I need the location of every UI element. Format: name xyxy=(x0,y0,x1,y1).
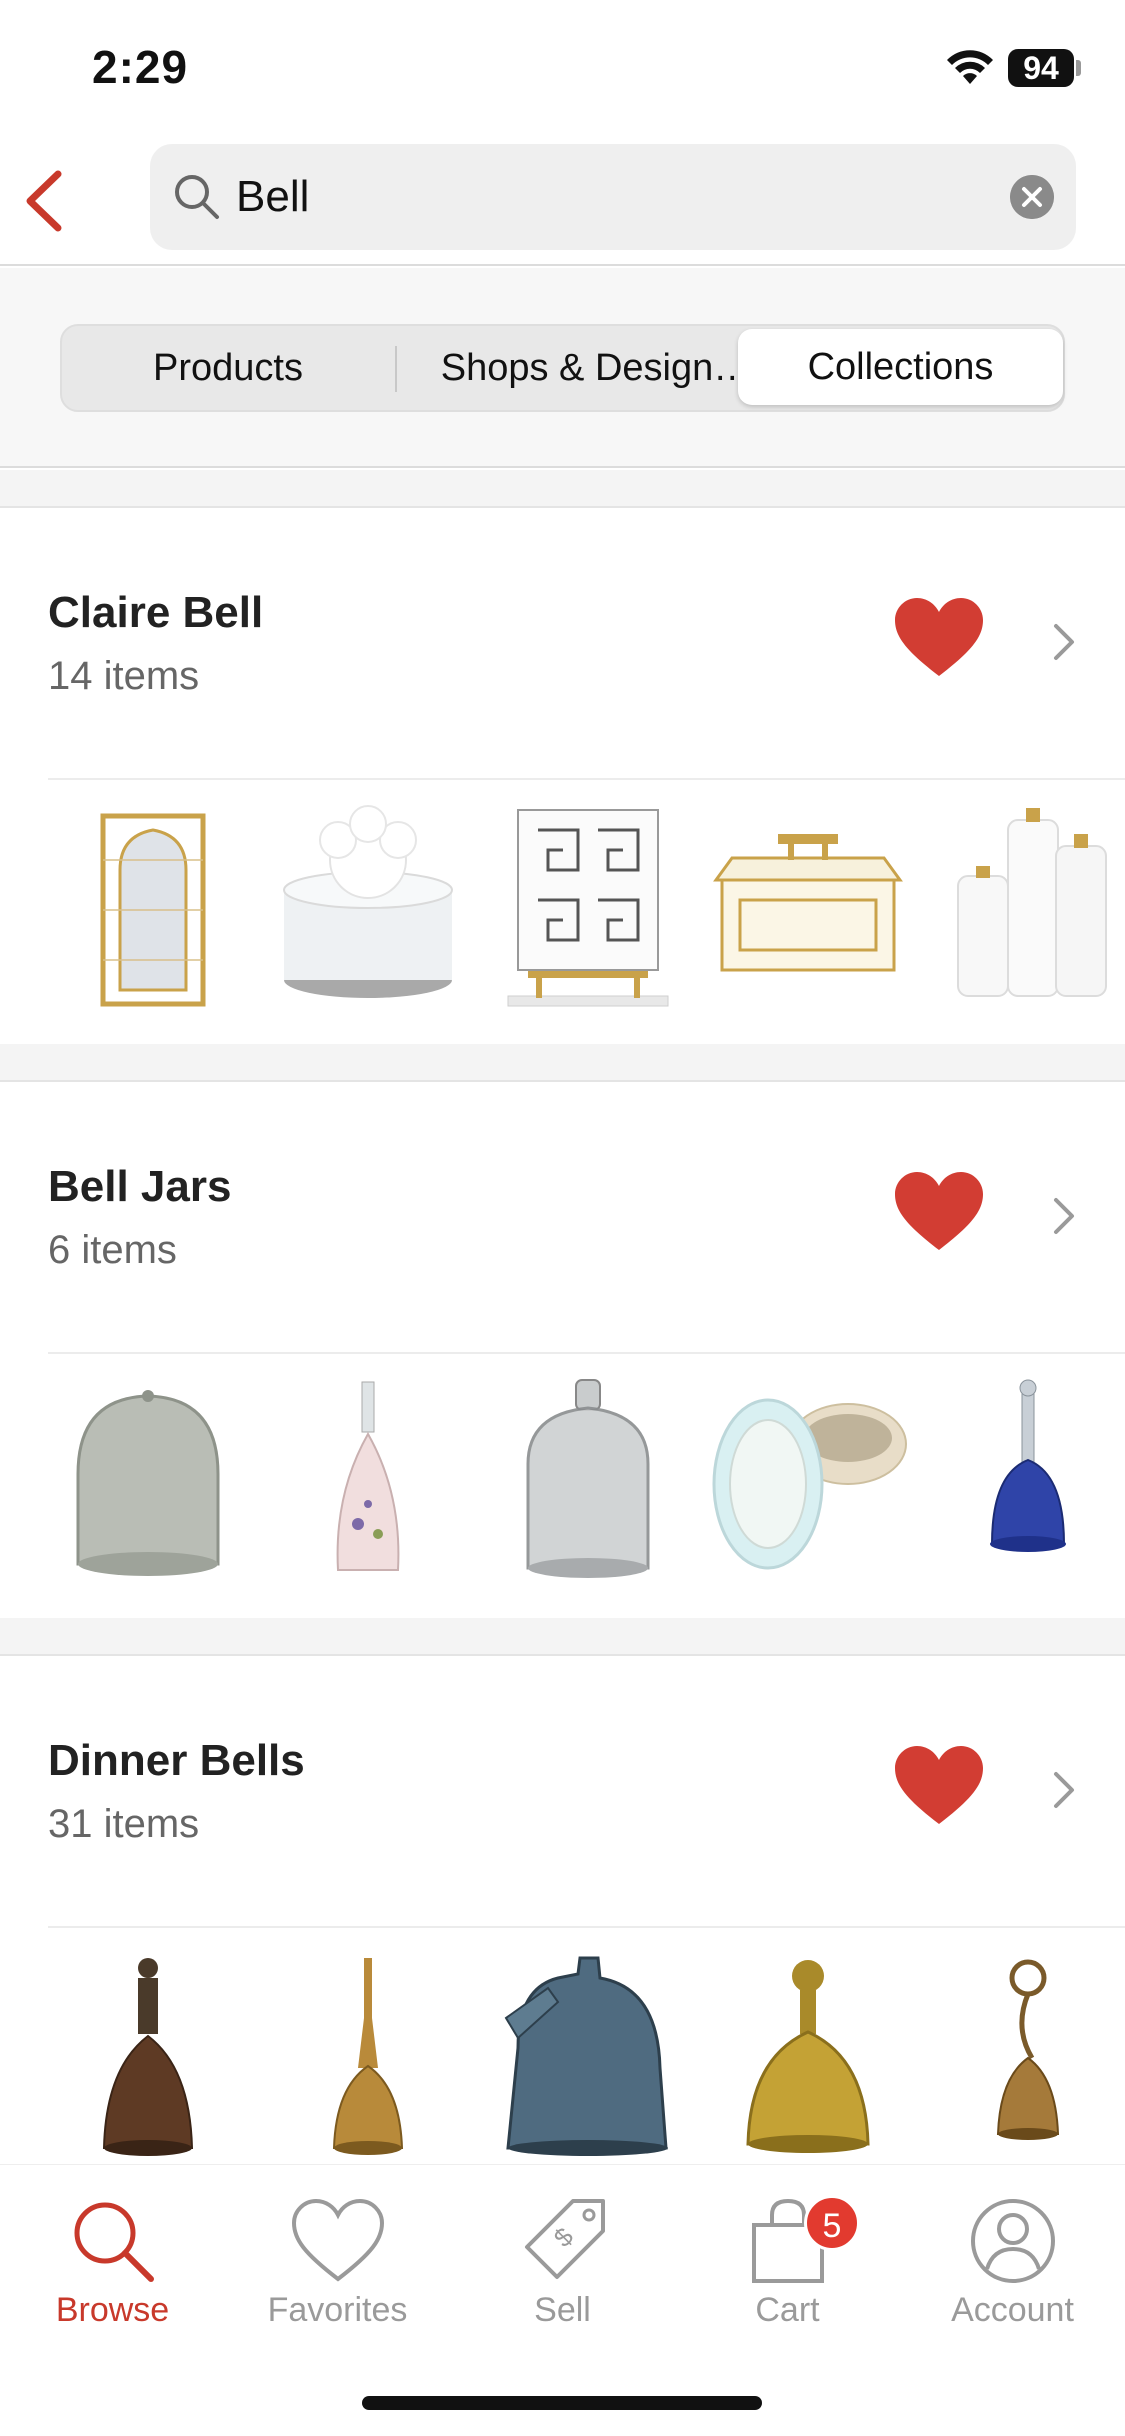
battery-cap xyxy=(1076,60,1081,76)
collection-count: 14 items xyxy=(48,654,200,698)
tab-label: Sell xyxy=(534,2291,591,2329)
section-gap xyxy=(0,1044,1125,1082)
price-tag-icon: $ xyxy=(524,2199,605,2279)
tab-label: Account xyxy=(951,2291,1074,2329)
wifi-icon xyxy=(947,50,993,84)
collection-title: Dinner Bells xyxy=(48,1736,305,1785)
coral-box-thumbnail[interactable] xyxy=(268,800,468,1010)
section-gap xyxy=(0,470,1125,508)
status-bar: 2:29 94 xyxy=(0,0,1125,140)
home-indicator[interactable] xyxy=(362,2396,762,2410)
collection-card[interactable]: Bell Jars 6 items xyxy=(0,1084,1125,1622)
decorative-box-thumbnail[interactable] xyxy=(708,800,908,1010)
chevron-right-icon[interactable] xyxy=(1050,620,1078,664)
favorite-heart-icon[interactable] xyxy=(895,598,983,678)
chevron-right-icon[interactable] xyxy=(1050,1194,1078,1238)
search-icon xyxy=(175,175,219,219)
tab-label: Favorites xyxy=(267,2291,408,2329)
favorite-heart-icon[interactable] xyxy=(895,1746,983,1826)
collection-count: 31 items xyxy=(48,1802,200,1846)
frosted-bell-jar-thumbnail[interactable] xyxy=(48,1374,248,1584)
brass-bell-thumbnail[interactable] xyxy=(708,1948,908,2158)
collection-count: 6 items xyxy=(48,1228,177,1272)
search-box[interactable] xyxy=(150,144,1076,250)
tab-favorites[interactable]: Favorites xyxy=(225,2195,450,2345)
card-divider xyxy=(48,1926,1125,1928)
heart-icon xyxy=(291,2198,384,2282)
search-icon xyxy=(74,2202,154,2282)
tab-label: Browse xyxy=(55,2291,170,2329)
marble-pot-thumbnail[interactable] xyxy=(708,1374,908,1584)
collection-title: Bell Jars xyxy=(48,1162,232,1211)
collection-card[interactable]: Dinner Bells 31 items xyxy=(0,1658,1125,2196)
tab-label: Cart xyxy=(755,2291,820,2329)
segment-area: Products Shops & Design… Collections xyxy=(0,268,1125,468)
blue-glass-bell-thumbnail[interactable] xyxy=(928,1374,1125,1584)
search-scope-segmented-control: Products Shops & Design… Collections xyxy=(60,324,1065,412)
glass-cloche-thumbnail[interactable] xyxy=(488,1374,688,1584)
tab-sell[interactable]: $ Sell xyxy=(450,2195,675,2345)
collection-thumbnails xyxy=(48,800,1125,1030)
arched-mirror-thumbnail[interactable] xyxy=(48,800,248,1010)
tab-products[interactable]: Products xyxy=(62,326,394,410)
collection-thumbnails xyxy=(48,1948,1125,2178)
card-divider xyxy=(48,778,1125,780)
tab-shops-designers[interactable]: Shops & Design… xyxy=(396,326,796,410)
chevron-right-icon[interactable] xyxy=(1050,1768,1078,1812)
collection-card[interactable]: Claire Bell 14 items xyxy=(0,510,1125,1048)
search-header xyxy=(0,140,1125,266)
collection-thumbnails xyxy=(48,1374,1125,1604)
card-divider xyxy=(48,1352,1125,1354)
giraffe-bell-thumbnail[interactable] xyxy=(268,1948,468,2158)
tab-collections[interactable]: Collections xyxy=(738,329,1063,405)
account-icon xyxy=(970,2199,1055,2283)
clear-search-button[interactable] xyxy=(1010,175,1054,219)
collection-title: Claire Bell xyxy=(48,588,264,637)
sculptural-bell-thumbnail[interactable] xyxy=(928,1948,1125,2158)
favorite-heart-icon[interactable] xyxy=(895,1172,983,1252)
back-button[interactable] xyxy=(18,166,78,236)
ceramic-jars-thumbnail[interactable] xyxy=(928,800,1125,1010)
tab-cart[interactable]: 5 Cart xyxy=(675,2195,900,2345)
iron-bell-thumbnail[interactable] xyxy=(488,1948,688,2158)
tab-browse[interactable]: Browse xyxy=(0,2195,225,2345)
battery-indicator: 94 xyxy=(1008,49,1074,87)
cart-count-badge: 5 xyxy=(804,2195,860,2251)
painted-glass-bell-thumbnail[interactable] xyxy=(268,1374,468,1584)
svg-text:$: $ xyxy=(547,2221,579,2253)
acrylic-sculpture-thumbnail[interactable] xyxy=(488,800,688,1010)
search-input[interactable] xyxy=(236,144,936,250)
figurine-bell-thumbnail[interactable] xyxy=(48,1948,248,2158)
section-gap xyxy=(0,1618,1125,1656)
status-time: 2:29 xyxy=(92,41,189,93)
tab-account[interactable]: Account xyxy=(900,2195,1125,2345)
